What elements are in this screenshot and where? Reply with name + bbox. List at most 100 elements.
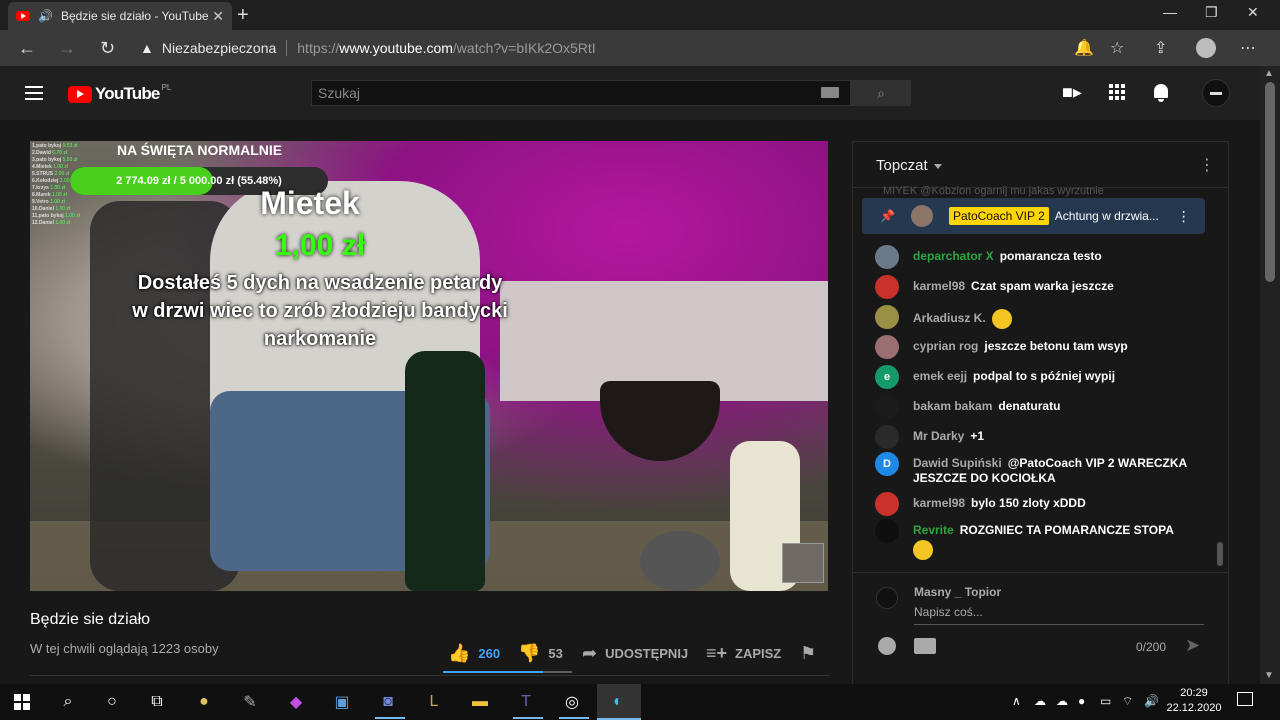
page-scrollbar-thumb[interactable]: [1265, 82, 1275, 282]
app-drop-icon[interactable]: ◆: [285, 691, 307, 713]
chat-message[interactable]: deparchator X pomarancza testo: [875, 245, 1205, 269]
chat-message[interactable]: karmel98 bylo 150 zloty xDDD: [875, 492, 1205, 516]
chat-message-body: Mr Darky +1: [913, 429, 984, 444]
chat-text: denaturatu: [998, 399, 1061, 413]
chat-author[interactable]: Dawid Supiński: [913, 456, 1002, 470]
video-player[interactable]: 1.pato bykoj 9.53 zł 2.Dawid 6.78 zł 3.pat…: [30, 141, 828, 591]
tray-app-icon[interactable]: ●: [1078, 694, 1085, 708]
minimize-icon[interactable]: —: [1163, 4, 1177, 20]
page-scrollbar[interactable]: [1260, 66, 1280, 684]
obs-icon[interactable]: ◎: [561, 691, 583, 713]
chat-input[interactable]: Napisz coś...: [914, 605, 1204, 625]
chat-message[interactable]: Revrite ROZGNIEC TA POMARANCZE STOPA: [875, 519, 1205, 560]
chat-more-icon[interactable]: ⋮: [1199, 155, 1215, 175]
chat-author[interactable]: Revrite: [913, 523, 954, 537]
chat-avatar: [875, 519, 899, 543]
tray-expand-icon[interactable]: ∧: [1012, 694, 1021, 708]
chat-message[interactable]: cyprian rog jeszcze betonu tam wsyp: [875, 335, 1205, 359]
dislike-button[interactable]: 👎 53: [518, 643, 563, 664]
chat-author[interactable]: karmel98: [913, 496, 965, 510]
scroll-down-icon[interactable]: ▼: [1264, 670, 1274, 681]
file-explorer-icon[interactable]: ▬: [469, 691, 491, 713]
tray-cloud-icon[interactable]: ☁: [1034, 694, 1046, 708]
restore-icon[interactable]: ❐: [1205, 4, 1218, 21]
notifications-bell-icon[interactable]: [1154, 84, 1168, 102]
audio-playing-icon[interactable]: 🔊: [38, 9, 53, 23]
chat-message[interactable]: bakam bakam denaturatu: [875, 395, 1205, 419]
chat-author[interactable]: emek eejj: [913, 369, 967, 383]
address-bar[interactable]: ▲ Niezabezpieczona https:// www.youtube.…: [140, 35, 1140, 61]
taskbar-search-icon[interactable]: ⌕: [57, 691, 79, 713]
report-button[interactable]: ⚑: [800, 643, 824, 664]
youtube-logo[interactable]: YouTube PL: [68, 83, 171, 104]
app-coin-icon[interactable]: ●: [193, 691, 215, 713]
browser-tab[interactable]: 🔊 Będzie sie działo - YouTube ✕: [8, 2, 232, 30]
volume-icon[interactable]: 🔊: [1144, 694, 1159, 708]
favorite-star-icon[interactable]: ☆: [1110, 38, 1124, 58]
chat-message[interactable]: e emek eejj podpal to s później wypij: [875, 365, 1205, 389]
new-tab-icon[interactable]: +: [237, 4, 249, 27]
share-button[interactable]: ➦ UDOSTĘPNIJ: [582, 643, 688, 664]
chat-mode-dropdown[interactable]: Topczat: [876, 157, 942, 174]
cortana-icon[interactable]: ○: [101, 691, 123, 713]
url-path: /watch?v=bIKk2Ox5RtI: [452, 40, 596, 56]
chat-message[interactable]: D Dawid Supiński @PatoCoach VIP 2 WARECZKA…: [875, 452, 1205, 486]
chat-author[interactable]: Mr Darky: [913, 429, 964, 443]
discord-icon[interactable]: ◙: [377, 691, 399, 713]
keyboard-icon[interactable]: [821, 87, 839, 98]
chat-message[interactable]: Arkadiusz K.: [875, 305, 1205, 329]
chat-avatar: [875, 425, 899, 449]
apps-grid-icon[interactable]: [1109, 84, 1125, 100]
super-chat-icon[interactable]: [914, 638, 936, 654]
back-icon[interactable]: ←: [18, 38, 36, 59]
chat-scrollbar[interactable]: [1217, 542, 1223, 566]
chat-text: jeszcze betonu tam wsyp: [984, 339, 1128, 353]
windows-start-icon[interactable]: [14, 694, 30, 710]
teams-icon[interactable]: T: [515, 691, 537, 713]
window-close-icon[interactable]: ✕: [1247, 4, 1259, 21]
forward-icon[interactable]: →: [58, 38, 76, 59]
search-button[interactable]: ⌕: [851, 80, 911, 106]
char-counter: 0/200: [1136, 640, 1167, 654]
more-menu-icon[interactable]: ⋯: [1240, 38, 1256, 58]
refresh-icon[interactable]: ↻: [100, 38, 115, 59]
profile-avatar[interactable]: [1196, 38, 1216, 58]
chat-author[interactable]: cyprian rog: [913, 339, 978, 353]
app-image-icon[interactable]: ▣: [331, 691, 353, 713]
search-icon: ⌕: [877, 84, 885, 101]
share-icon[interactable]: ⇪: [1154, 38, 1167, 58]
chat-author[interactable]: Arkadiusz K.: [913, 311, 986, 325]
warning-icon[interactable]: ▲: [140, 40, 154, 56]
chat-message[interactable]: Mr Darky +1: [875, 425, 1205, 449]
pinned-message[interactable]: 📌 PatoCoach VIP 2 Achtung w drzwia... ⋮: [862, 198, 1205, 234]
emoji-picker-icon[interactable]: [878, 637, 896, 655]
pinned-author-badge: PatoCoach VIP 2: [948, 207, 1049, 225]
clock-time: 20:29: [1180, 687, 1208, 699]
tab-close-icon[interactable]: ✕: [212, 8, 224, 25]
app-league-icon[interactable]: L: [423, 691, 445, 713]
network-icon[interactable]: ⌔: [1122, 694, 1133, 709]
search-input[interactable]: Szukaj: [311, 80, 851, 106]
send-icon[interactable]: ➤: [1185, 635, 1200, 656]
tracking-alert-icon[interactable]: 🔔: [1074, 38, 1094, 58]
scroll-up-icon[interactable]: ▲: [1264, 68, 1274, 79]
like-button[interactable]: 👍 260: [448, 643, 500, 664]
action-center-icon[interactable]: [1237, 692, 1253, 706]
save-button[interactable]: ≡+ ZAPISZ: [706, 643, 781, 664]
battery-icon[interactable]: ▭: [1100, 694, 1111, 708]
chat-author[interactable]: karmel98: [913, 279, 965, 293]
donation-amount: 1,00 zł: [274, 229, 366, 262]
pinned-more-icon[interactable]: ⋮: [1177, 208, 1191, 225]
task-view-icon[interactable]: ⧉: [146, 691, 168, 713]
app-paint-icon[interactable]: ✎: [239, 691, 261, 713]
tray-cloud-icon[interactable]: ☁: [1056, 694, 1068, 708]
chat-message[interactable]: karmel98 Czat spam warka jeszcze: [875, 275, 1205, 299]
compose-avatar: [876, 587, 898, 609]
chat-author[interactable]: deparchator X: [913, 249, 994, 263]
account-avatar[interactable]: [1202, 79, 1230, 107]
hamburger-menu-icon[interactable]: [25, 86, 43, 100]
system-clock[interactable]: 20:29 22.12.2020: [1166, 686, 1222, 716]
chat-author[interactable]: bakam bakam: [913, 399, 992, 413]
create-video-icon[interactable]: ■▸: [1062, 82, 1082, 103]
edge-icon[interactable]: ◐: [607, 691, 629, 713]
